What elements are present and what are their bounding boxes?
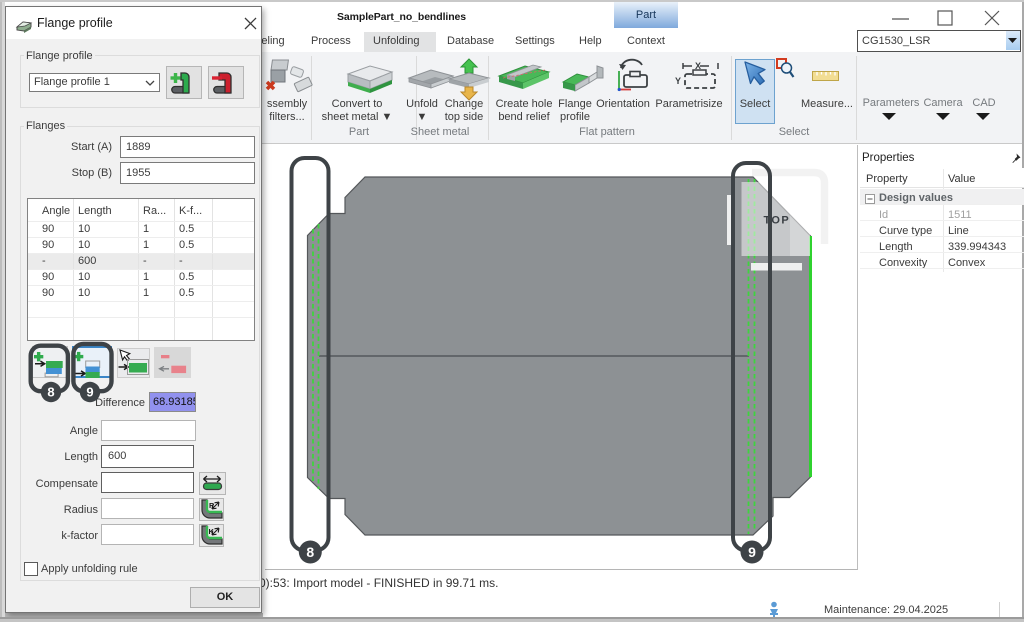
svg-text:9: 9 xyxy=(86,385,93,400)
svg-text:8: 8 xyxy=(47,385,54,400)
svg-text:8: 8 xyxy=(306,544,314,560)
svg-text:TOP: TOP xyxy=(764,215,791,227)
svg-text:9: 9 xyxy=(748,544,756,560)
